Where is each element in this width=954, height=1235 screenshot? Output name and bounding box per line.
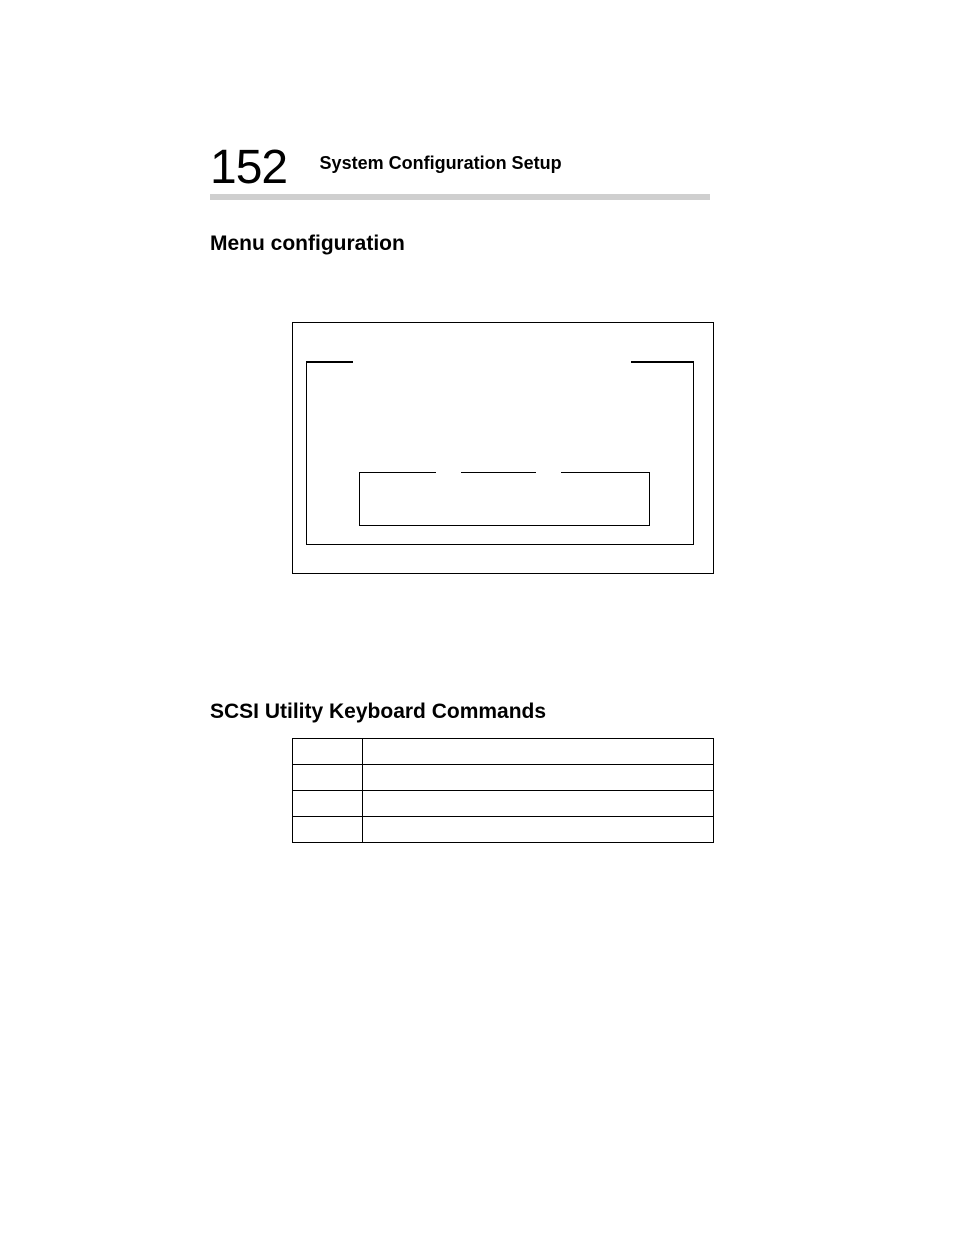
table-row: [293, 765, 714, 791]
diagram-notch-left: [307, 361, 353, 363]
key-cell: [293, 817, 363, 843]
key-cell: [293, 739, 363, 765]
diagram-box-gap-right: [536, 471, 561, 475]
description-cell: [363, 817, 714, 843]
header-rule: [210, 194, 710, 200]
table-row: [293, 817, 714, 843]
section-heading-scsi-utility: SCSI Utility Keyboard Commands: [210, 700, 546, 724]
table-row: [293, 791, 714, 817]
keyboard-commands-table: [292, 738, 714, 843]
diagram-notch-right: [631, 361, 693, 363]
page: 152 System Configuration Setup Menu conf…: [0, 0, 954, 1235]
description-cell: [363, 739, 714, 765]
table-row: [293, 739, 714, 765]
diagram-box-gap-left: [436, 471, 461, 475]
chapter-title: System Configuration Setup: [320, 153, 562, 174]
section-heading-menu-configuration: Menu configuration: [210, 232, 405, 256]
diagram-inner-box: [359, 472, 650, 526]
page-header: 152 System Configuration Setup: [210, 140, 710, 195]
description-cell: [363, 765, 714, 791]
description-cell: [363, 791, 714, 817]
key-cell: [293, 791, 363, 817]
page-number: 152: [210, 140, 287, 195]
key-cell: [293, 765, 363, 791]
